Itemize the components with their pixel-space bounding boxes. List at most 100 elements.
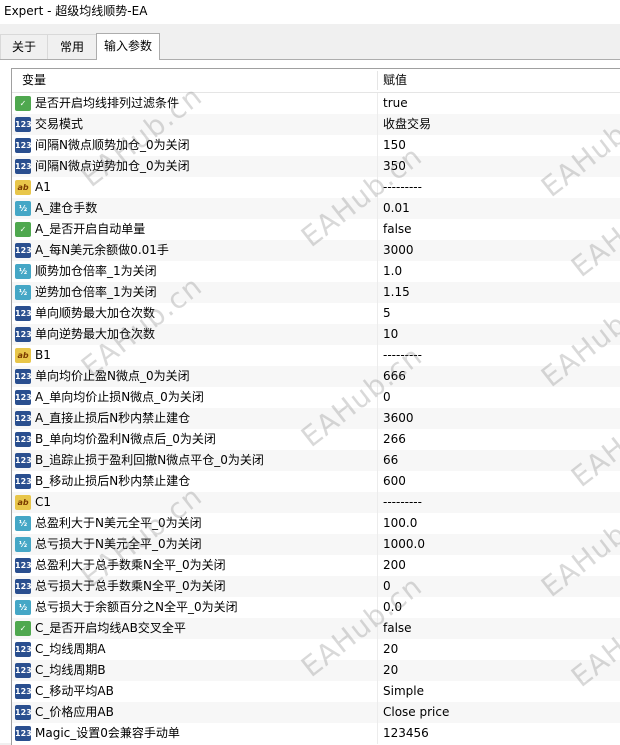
parameter-row[interactable]: 123 A_直接止损后N秒内禁止建仓 3600 (12, 408, 620, 429)
parameter-row[interactable]: 123 间隔N微点逆势加仓_0为关闭 350 (12, 156, 620, 177)
parameter-row[interactable]: 123 Magic_设置0会兼容手动单 123456 (12, 723, 620, 744)
cell-divider (377, 576, 378, 597)
parameter-row[interactable]: ab C1 --------- (12, 492, 620, 513)
parameter-row[interactable]: 123 间隔N微点顺势加仓_0为关闭 150 (12, 135, 620, 156)
parameter-row[interactable]: ab A1 --------- (12, 177, 620, 198)
double-type-icon: ½ (15, 264, 31, 279)
parameter-value[interactable]: --------- (383, 492, 422, 513)
cell-divider (377, 660, 378, 681)
parameter-row[interactable]: 123 C_移动平均AB Simple (12, 681, 620, 702)
parameter-row[interactable]: ½ 总亏损大于N美元全平_0为关闭 1000.0 (12, 534, 620, 555)
parameter-name: C_移动平均AB (35, 684, 114, 698)
parameter-value[interactable]: 1.0 (383, 261, 402, 282)
parameter-value[interactable]: false (383, 618, 412, 639)
parameter-name: 顺势加仓倍率_1为关闭 (35, 264, 157, 278)
parameter-value[interactable]: 0.01 (383, 198, 410, 219)
parameter-row[interactable]: 123 交易模式 收盘交易 (12, 114, 620, 135)
parameter-value[interactable]: 0 (383, 576, 391, 597)
parameter-row[interactable]: 123 单向逆势最大加仓次数 10 (12, 324, 620, 345)
parameter-value[interactable]: 5 (383, 303, 391, 324)
parameter-value[interactable]: Close price (383, 702, 449, 723)
parameter-value[interactable]: 200 (383, 555, 406, 576)
column-divider[interactable] (377, 71, 378, 90)
parameter-row[interactable]: ½ A_建仓手数 0.01 (12, 198, 620, 219)
parameter-row[interactable]: ab B1 --------- (12, 345, 620, 366)
parameter-row[interactable]: ½ 逆势加仓倍率_1为关闭 1.15 (12, 282, 620, 303)
parameter-row[interactable]: 123 单向顺势最大加仓次数 5 (12, 303, 620, 324)
parameter-name: C1 (35, 495, 52, 509)
parameter-row[interactable]: ✓ A_是否开启自动单量 false (12, 219, 620, 240)
parameter-name: C_是否开启均线AB交叉全平 (35, 621, 186, 635)
parameter-value[interactable]: 3600 (383, 408, 414, 429)
double-type-icon: ½ (15, 516, 31, 531)
cell-divider (377, 429, 378, 450)
cell-divider (377, 492, 378, 513)
tab-strip: 关于 常用 输入参数 (0, 33, 620, 60)
parameter-name: B_移动止损后N秒内禁止建仓 (35, 474, 191, 488)
cell-divider (377, 534, 378, 555)
parameter-row[interactable]: 123 B_追踪止损于盈利回撤N微点平仓_0为关闭 66 (12, 450, 620, 471)
parameter-value[interactable]: 20 (383, 639, 398, 660)
parameter-row[interactable]: 123 A_单向均价止损N微点_0为关闭 0 (12, 387, 620, 408)
parameter-value[interactable]: 600 (383, 471, 406, 492)
parameter-row[interactable]: ✓ 是否开启均线排列过滤条件 true (12, 93, 620, 114)
parameter-value[interactable]: 266 (383, 429, 406, 450)
parameter-row[interactable]: 123 A_每N美元余额做0.01手 3000 (12, 240, 620, 261)
cell-divider (377, 471, 378, 492)
cell-divider (377, 345, 378, 366)
cell-divider (377, 135, 378, 156)
parameter-name: 单向逆势最大加仓次数 (35, 327, 156, 341)
cell-divider (377, 198, 378, 219)
parameter-value[interactable]: 1.15 (383, 282, 410, 303)
parameter-value[interactable]: 66 (383, 450, 398, 471)
cell-divider (377, 702, 378, 723)
tab-common[interactable]: 常用 (47, 34, 97, 59)
parameter-value[interactable]: 3000 (383, 240, 414, 261)
column-header-variable[interactable]: 变量 (22, 69, 46, 92)
parameter-row[interactable]: 123 单向均价止盈N微点_0为关闭 666 (12, 366, 620, 387)
parameter-value[interactable]: 1000.0 (383, 534, 425, 555)
parameter-value[interactable]: false (383, 219, 412, 240)
parameters-grid: 变量 赋值 ✓ 是否开启均线排列过滤条件 true 123 交易模式 收盘交易 123 间隔N… (11, 68, 620, 745)
parameter-name: C_均线周期A (35, 642, 106, 656)
parameter-value[interactable]: --------- (383, 345, 422, 366)
tab-inputs[interactable]: 输入参数 (96, 33, 160, 60)
parameter-row[interactable]: 123 C_均线周期B 20 (12, 660, 620, 681)
parameter-value[interactable]: 0 (383, 387, 391, 408)
parameter-value[interactable]: 0.0 (383, 597, 402, 618)
parameter-row[interactable]: ½ 顺势加仓倍率_1为关闭 1.0 (12, 261, 620, 282)
parameter-value[interactable]: 20 (383, 660, 398, 681)
tab-about[interactable]: 关于 (0, 34, 48, 59)
parameter-value[interactable]: --------- (383, 177, 422, 198)
column-header-value[interactable]: 赋值 (383, 69, 407, 92)
parameter-name: 总亏损大于余额百分之N全平_0为关闭 (35, 600, 238, 614)
cell-divider (377, 261, 378, 282)
parameter-value[interactable]: Simple (383, 681, 424, 702)
parameter-row[interactable]: 123 C_价格应用AB Close price (12, 702, 620, 723)
double-type-icon: ½ (15, 600, 31, 615)
integer-type-icon: 123 (15, 243, 32, 258)
parameter-value[interactable]: 100.0 (383, 513, 417, 534)
integer-type-icon: 123 (15, 411, 32, 426)
parameter-value[interactable]: 收盘交易 (383, 114, 431, 135)
parameter-value[interactable]: 123456 (383, 723, 429, 744)
parameter-row[interactable]: ✓ C_是否开启均线AB交叉全平 false (12, 618, 620, 639)
double-type-icon: ½ (15, 201, 31, 216)
parameter-row[interactable]: 123 B_单向均价盈利N微点后_0为关闭 266 (12, 429, 620, 450)
cell-divider (377, 303, 378, 324)
parameter-value[interactable]: 150 (383, 135, 406, 156)
parameter-value[interactable]: 666 (383, 366, 406, 387)
parameter-row[interactable]: 123 B_移动止损后N秒内禁止建仓 600 (12, 471, 620, 492)
parameter-row[interactable]: 123 C_均线周期A 20 (12, 639, 620, 660)
cell-divider (377, 723, 378, 744)
parameter-row[interactable]: ½ 总盈利大于N美元全平_0为关闭 100.0 (12, 513, 620, 534)
integer-type-icon: 123 (15, 663, 32, 678)
parameter-name: 总盈利大于N美元全平_0为关闭 (35, 516, 202, 530)
parameter-row[interactable]: 123 总亏损大于总手数乘N全平_0为关闭 0 (12, 576, 620, 597)
parameter-row[interactable]: 123 总盈利大于总手数乘N全平_0为关闭 200 (12, 555, 620, 576)
parameter-row[interactable]: ½ 总亏损大于余额百分之N全平_0为关闭 0.0 (12, 597, 620, 618)
parameter-value[interactable]: 10 (383, 324, 398, 345)
parameter-name: A_是否开启自动单量 (35, 222, 146, 236)
parameter-value[interactable]: true (383, 93, 408, 114)
parameter-value[interactable]: 350 (383, 156, 406, 177)
